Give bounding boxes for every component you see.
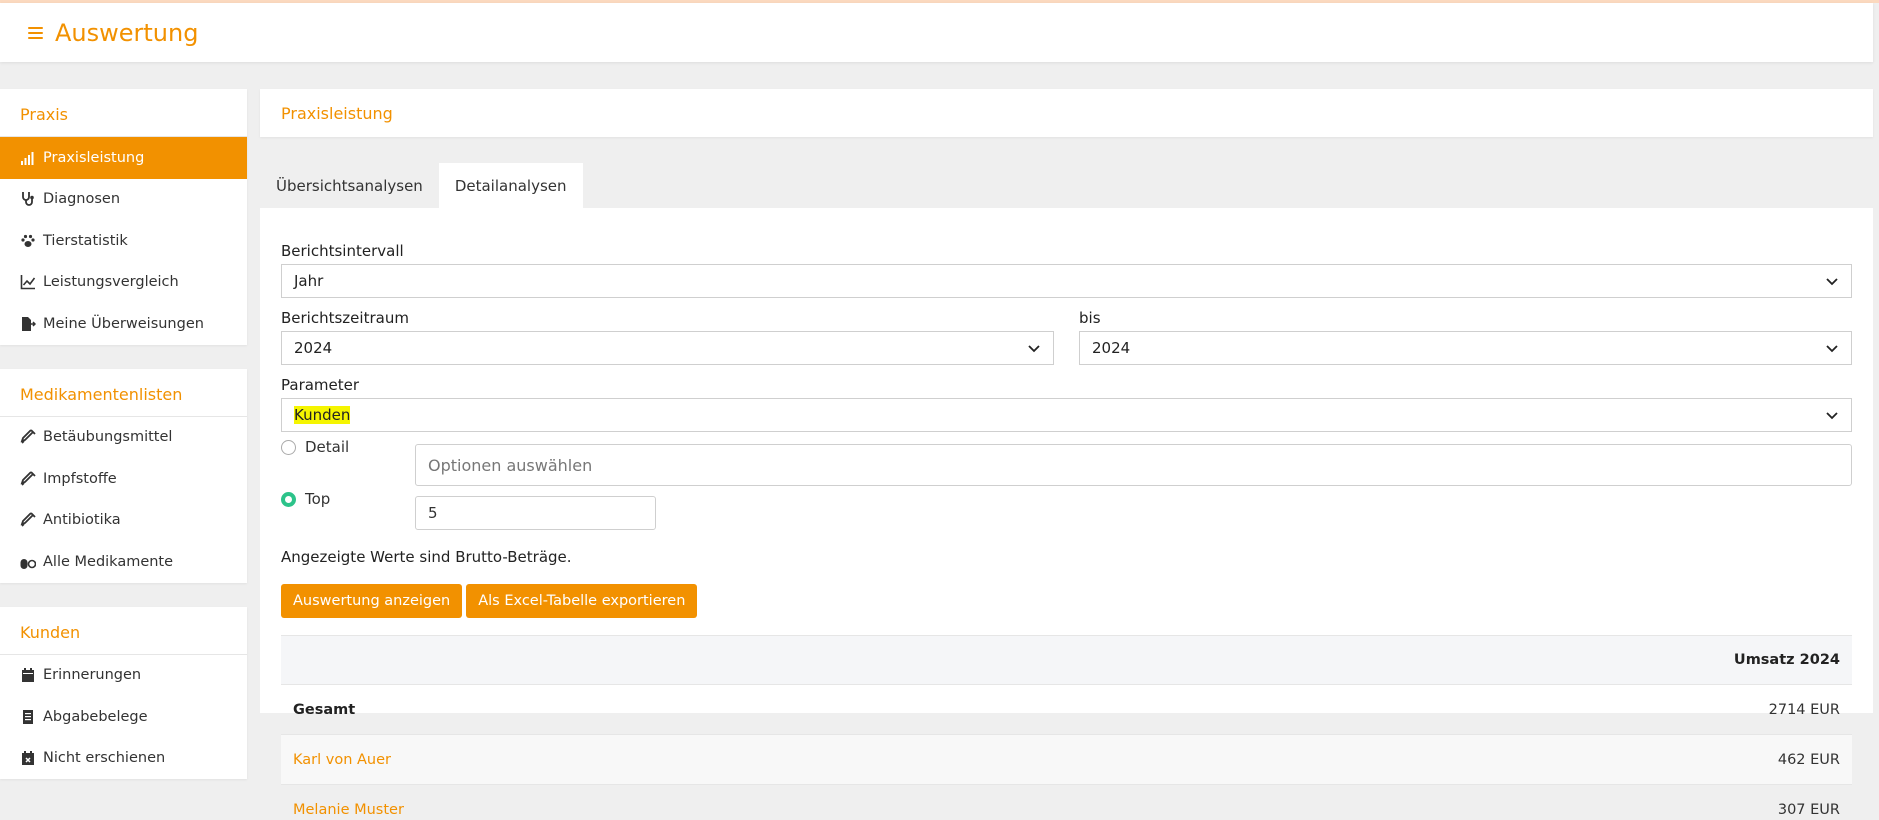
line-chart-icon — [19, 274, 36, 290]
period-to-value: 2024 — [1092, 339, 1131, 357]
top-count-input[interactable]: 5 — [415, 496, 656, 530]
sidebar-item-label: Erinnerungen — [43, 667, 142, 684]
table-header-row: Umsatz 2024 — [281, 635, 1852, 685]
detail-form: Berichtsintervall Jahr Berichtszeitraum … — [260, 208, 1873, 820]
sidebar-item-label: Praxisleistung — [43, 149, 145, 166]
receipt-icon — [19, 709, 36, 725]
gross-note: Angezeigte Werte sind Brutto-Beträge. — [281, 548, 572, 566]
sidebar-item-tierstatistik[interactable]: Tierstatistik — [0, 220, 247, 262]
sidebar-item-label: Betäubungsmittel — [43, 429, 173, 446]
sidebar-item-impfstoffe[interactable]: Impfstoffe — [0, 458, 247, 500]
radio-detail-dot — [281, 439, 296, 455]
tab-bar: Übersichtsanalysen Detailanalysen — [260, 163, 1873, 208]
tab-detailanalysen[interactable]: Detailanalysen — [438, 163, 583, 208]
calendar-icon — [19, 667, 36, 683]
stethoscope-icon — [19, 191, 36, 207]
sidebar-item-label: Impfstoffe — [43, 470, 117, 487]
sidebar-section-medikamentenlisten: Medikamentenlisten Betäubungsmittel Impf… — [0, 368, 247, 583]
sidebar-item-diagnosen[interactable]: Diagnosen — [0, 179, 247, 221]
customer-link[interactable]: Melanie Muster — [281, 784, 1081, 820]
radio-top-label: Top — [305, 490, 331, 508]
row-amount: 462 EUR — [1080, 734, 1852, 785]
sidebar-item-label: Nicht erschienen — [43, 750, 166, 767]
sidebar-item-abgabebelege[interactable]: Abgabebelege — [0, 696, 247, 738]
interval-value: Jahr — [294, 272, 324, 290]
radio-top-dot — [281, 491, 296, 507]
table-row: Karl von Auer 462 EUR — [281, 734, 1852, 785]
paw-icon — [19, 233, 36, 249]
sidebar-section-title: Medikamentenlisten — [0, 369, 247, 417]
sidebar-item-betaeubungsmittel[interactable]: Betäubungsmittel — [0, 417, 247, 459]
main-content: Praxisleistung Übersichtsanalysen Detail… — [260, 89, 1873, 820]
sidebar-item-label: Abgabebelege — [43, 708, 148, 725]
period-row: Berichtszeitraum 2024 bis 2024 — [281, 309, 1852, 365]
row-amount: 307 EUR — [1080, 784, 1852, 820]
sidebar-section-praxis: Praxis Praxisleistung Diagnosen Tierstat… — [0, 89, 247, 345]
period-from-value: 2024 — [294, 339, 333, 357]
sidebar-item-praxisleistung[interactable]: Praxisleistung — [0, 137, 247, 179]
export-excel-button[interactable]: Als Excel-Tabelle exportieren — [466, 584, 698, 618]
sidebar-item-label: Antibiotika — [43, 512, 121, 529]
file-export-icon — [19, 316, 36, 332]
sidebar-item-label: Diagnosen — [43, 191, 121, 208]
bar-chart-icon — [19, 150, 36, 166]
table-row: Gesamt 2714 EUR — [281, 684, 1852, 735]
sidebar-section-title: Kunden — [0, 607, 247, 655]
hamburger-icon[interactable] — [28, 26, 43, 39]
revenue-column-header: Umsatz 2024 — [1080, 635, 1852, 685]
sidebar-item-erinnerungen[interactable]: Erinnerungen — [0, 655, 247, 697]
panel-title: Praxisleistung — [260, 89, 1873, 137]
interval-label: Berichtsintervall — [281, 242, 404, 260]
chevron-down-icon — [1826, 345, 1838, 353]
row-name: Gesamt — [281, 684, 1081, 735]
parameter-label: Parameter — [281, 376, 360, 394]
name-column-header — [281, 635, 1081, 685]
sidebar-item-nicht-erschienen[interactable]: Nicht erschienen — [0, 738, 247, 780]
parameter-select[interactable]: Kunden — [281, 398, 1852, 432]
results-table: Umsatz 2024 Gesamt 2714 EUR Karl von Aue… — [281, 635, 1852, 820]
syringe-icon — [19, 512, 36, 528]
sidebar-item-label: Meine Überweisungen — [43, 315, 204, 332]
tab-uebersichtsanalysen[interactable]: Übersichtsanalysen — [260, 163, 439, 208]
options-multiselect[interactable]: Optionen auswählen — [415, 444, 1852, 486]
radio-detail-label: Detail — [305, 438, 350, 456]
parameter-value: Kunden — [294, 406, 351, 424]
period-label: Berichtszeitraum — [281, 309, 409, 327]
sidebar-item-alle-medikamente[interactable]: Alle Medikamente — [0, 541, 247, 583]
interval-select[interactable]: Jahr — [281, 264, 1852, 298]
period-from-select[interactable]: 2024 — [281, 331, 1054, 365]
mode-block: Detail Top Optionen auswählen 5 — [281, 434, 1852, 530]
sidebar-item-meine-ueberweisungen[interactable]: Meine Überweisungen — [0, 303, 247, 345]
page-title: Auswertung — [55, 18, 199, 47]
sidebar-item-antibiotika[interactable]: Antibiotika — [0, 500, 247, 542]
action-buttons: Auswertung anzeigen Als Excel-Tabelle ex… — [281, 584, 1852, 618]
show-report-button[interactable]: Auswertung anzeigen — [281, 584, 463, 618]
period-to-select[interactable]: 2024 — [1079, 331, 1852, 365]
chevron-down-icon — [1826, 412, 1838, 420]
app-header: Auswertung — [0, 3, 1873, 62]
pills-icon — [19, 554, 36, 570]
sidebar: Praxis Praxisleistung Diagnosen Tierstat… — [0, 89, 247, 803]
sidebar-section-kunden: Kunden Erinnerungen Abgabebelege Nicht e… — [0, 606, 247, 780]
sidebar-item-label: Leistungsvergleich — [43, 274, 179, 291]
sidebar-item-leistungsvergleich[interactable]: Leistungsvergleich — [0, 262, 247, 304]
syringe-icon — [19, 429, 36, 445]
row-amount: 2714 EUR — [1080, 684, 1852, 735]
syringe-icon — [19, 471, 36, 487]
chevron-down-icon — [1826, 278, 1838, 286]
sidebar-item-label: Alle Medikamente — [43, 553, 174, 570]
calendar-x-icon — [19, 750, 36, 766]
radio-detail[interactable]: Detail — [281, 436, 415, 458]
customer-link[interactable]: Karl von Auer — [281, 734, 1081, 785]
period-to-label: bis — [1079, 309, 1101, 327]
radio-top[interactable]: Top — [281, 488, 415, 510]
sidebar-section-title: Praxis — [0, 89, 247, 137]
table-row: Melanie Muster 307 EUR — [281, 784, 1852, 820]
sidebar-item-label: Tierstatistik — [43, 232, 128, 249]
chevron-down-icon — [1028, 345, 1040, 353]
